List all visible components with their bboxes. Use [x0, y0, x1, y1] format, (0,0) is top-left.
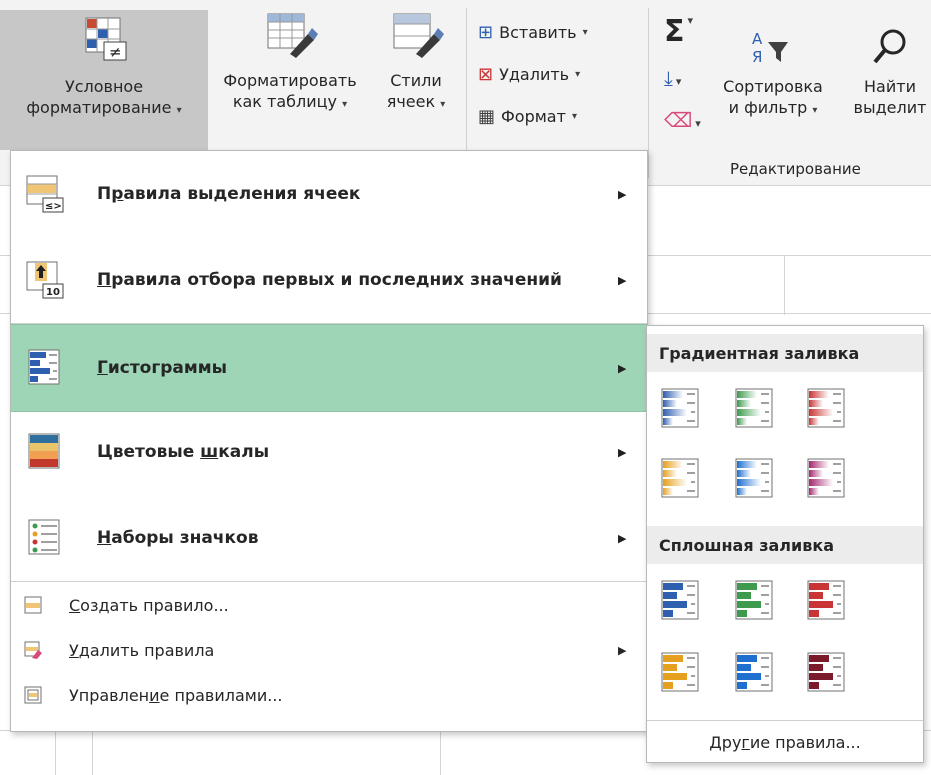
more-rules-label: Другие правила...: [709, 732, 861, 752]
menu-item-label: Создать правило...: [69, 595, 229, 615]
dark-red-solid-databar-icon[interactable]: [807, 652, 845, 692]
highlight-cells-rules-icon: ≤>: [26, 175, 64, 213]
color-scales-icon: [28, 433, 60, 469]
menu-item-label: Правила выделения ячеек: [97, 184, 361, 204]
gridline: [92, 730, 93, 775]
ribbon-divider: [648, 8, 649, 178]
find-select-button[interactable]: Найти выделит: [840, 28, 931, 148]
green-solid-databar-icon[interactable]: [735, 580, 773, 620]
insert-cells-button[interactable]: ⊞ Вставить ▾: [478, 22, 588, 43]
menu-item-label: Гистограммы: [97, 358, 228, 378]
light-blue-solid-databar-icon[interactable]: [735, 652, 773, 692]
find-select-label-2: выделит: [853, 98, 927, 117]
purple-gradient-databar-icon[interactable]: [807, 458, 845, 498]
chevron-right-icon: ▶: [618, 531, 627, 545]
autosum-button[interactable]: Σ ▾: [664, 14, 693, 49]
sort-filter-icon: А Я: [752, 30, 788, 66]
editing-group-label: Редактирование: [730, 160, 861, 178]
solid-fill-header: Сплошная заливка: [647, 526, 923, 564]
menu-item-top-bottom-rules[interactable]: 10 Правила отбора первых и последних зна…: [11, 237, 647, 323]
menu-item-label: Управление правилами...: [69, 685, 283, 705]
magnifier-icon: [873, 29, 906, 64]
clear-rules-icon: [24, 641, 42, 659]
menu-separator: [11, 581, 647, 582]
format-as-table-button[interactable]: Форматировать как таблицу ▾: [210, 10, 370, 150]
chevron-down-icon: ▾: [571, 111, 577, 122]
chevron-right-icon: ▶: [618, 187, 627, 201]
new-rule-icon: [24, 596, 42, 614]
delete-cells-label: Удалить: [499, 65, 570, 84]
conditional-formatting-label-2: форматирование ▾: [26, 98, 182, 117]
insert-cells-icon: ⊞: [478, 22, 494, 43]
chevron-down-icon: ▾: [812, 105, 818, 116]
orange-solid-databar-icon[interactable]: [661, 652, 699, 692]
format-cells-label: Формат: [501, 107, 566, 126]
format-cells-button[interactable]: ▦ Формат ▾: [478, 106, 577, 127]
chevron-down-icon: ▾: [440, 99, 446, 110]
menu-item-new-rule[interactable]: Создать правило...: [11, 585, 647, 625]
red-solid-databar-icon[interactable]: [807, 580, 845, 620]
sort-filter-button[interactable]: А Я Сортировка и фильтр ▾: [718, 28, 828, 148]
format-as-table-icon: [267, 13, 318, 58]
menu-item-label: Удалить правила: [69, 640, 215, 660]
cell-styles-label-2: ячеек ▾: [386, 92, 446, 111]
chevron-right-icon: ▶: [618, 361, 627, 375]
menu-item-clear-rules[interactable]: Удалить правила ▶: [11, 630, 647, 670]
menu-item-label: Наборы значков: [97, 528, 259, 548]
data-bars-icon: [28, 349, 60, 385]
svg-text:≠: ≠: [109, 43, 122, 61]
sort-filter-label-2: и фильтр ▾: [728, 98, 818, 117]
orange-gradient-databar-icon[interactable]: [661, 458, 699, 498]
fill-button[interactable]: ⤓ ▾: [664, 66, 681, 90]
delete-cells-icon: ⊠: [478, 64, 494, 85]
conditional-formatting-button[interactable]: ≠ Условное форматирование ▾: [0, 10, 208, 150]
menu-item-color-scales[interactable]: Цветовые шкалы ▶: [11, 409, 647, 495]
clear-button[interactable]: ⌫ ▾: [664, 108, 701, 132]
data-bars-submenu: Градиентная заливка Сплошная заливка Дру…: [646, 325, 924, 763]
chevron-down-icon: ▾: [582, 27, 588, 38]
menu-item-label: Правила отбора первых и последних значен…: [97, 270, 562, 290]
more-rules-button[interactable]: Другие правила...: [647, 720, 923, 763]
svg-text:А: А: [752, 30, 763, 48]
light-blue-gradient-databar-icon[interactable]: [735, 458, 773, 498]
red-gradient-databar-icon[interactable]: [807, 388, 845, 428]
format-as-table-label-2: как таблицу ▾: [232, 92, 348, 111]
manage-rules-icon: [24, 686, 42, 704]
format-cells-icon: ▦: [478, 106, 496, 127]
chevron-right-icon: ▶: [618, 273, 627, 287]
cell-styles-icon: [393, 13, 444, 58]
delete-cells-button[interactable]: ⊠ Удалить ▾: [478, 64, 580, 85]
top-bottom-rules-icon: 10: [26, 261, 64, 299]
chevron-down-icon: ▾: [342, 99, 348, 110]
gradient-fill-header: Градиентная заливка: [647, 334, 923, 372]
insert-cells-label: Вставить: [499, 23, 577, 42]
svg-text:Я: Я: [752, 48, 762, 66]
svg-text:10: 10: [46, 287, 60, 298]
menu-item-data-bars[interactable]: Гистограммы ▶: [11, 324, 647, 412]
chevron-down-icon: ▾: [575, 69, 581, 80]
svg-text:≤>: ≤>: [45, 201, 62, 212]
find-select-label-1: Найти: [864, 77, 916, 96]
icon-sets-icon: [28, 519, 60, 555]
menu-item-highlight-cells-rules[interactable]: ≤> Правила выделения ячеек ▶: [11, 151, 647, 237]
gridline: [55, 730, 56, 775]
chevron-right-icon: ▶: [618, 643, 627, 657]
conditional-formatting-label-1: Условное: [64, 77, 144, 96]
menu-item-label: Цветовые шкалы: [97, 442, 270, 462]
menu-item-manage-rules[interactable]: Управление правилами...: [11, 675, 647, 715]
gridline: [440, 730, 441, 775]
cell-styles-button[interactable]: Стили ячеек ▾: [372, 10, 460, 150]
chevron-down-icon: ▾: [176, 105, 182, 116]
sort-filter-label-1: Сортировка: [723, 77, 823, 96]
conditional-formatting-icon: ≠: [85, 17, 127, 61]
blue-gradient-databar-icon[interactable]: [661, 388, 699, 428]
green-gradient-databar-icon[interactable]: [735, 388, 773, 428]
menu-item-icon-sets[interactable]: Наборы значков ▶: [11, 495, 647, 581]
gridline: [784, 255, 785, 315]
cell-styles-label-1: Стили: [390, 71, 442, 90]
format-as-table-label-1: Форматировать: [223, 71, 357, 90]
chevron-right-icon: ▶: [618, 445, 627, 459]
blue-solid-databar-icon[interactable]: [661, 580, 699, 620]
conditional-formatting-menu: ≤> Правила выделения ячеек ▶ 10 Правила …: [10, 150, 648, 732]
